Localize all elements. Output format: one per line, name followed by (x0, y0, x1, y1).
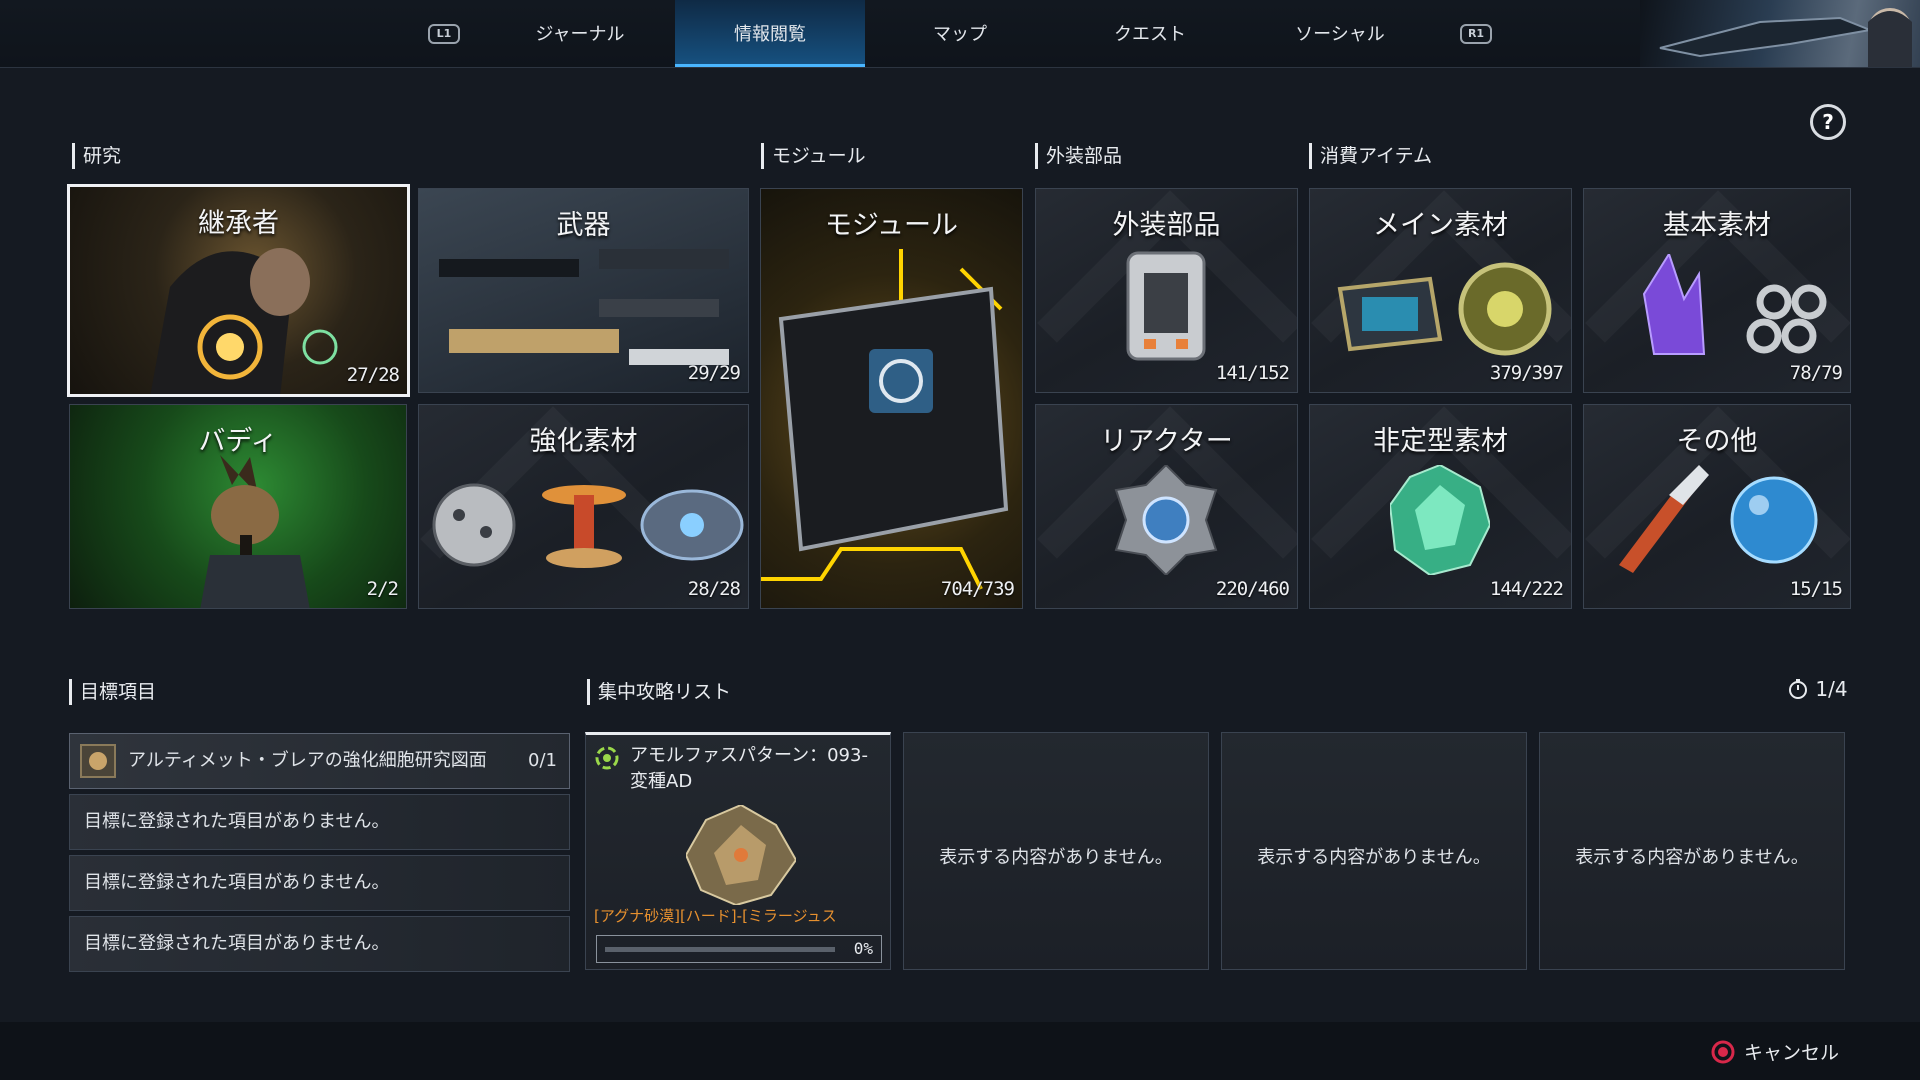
progress-track (605, 947, 835, 952)
focus-page-indicator: 1/4 (1815, 677, 1848, 701)
section-module-label: モジュール (761, 143, 866, 169)
objective-row-empty[interactable]: 目標に登録された項目がありません。 (69, 916, 570, 972)
tile-basic-material[interactable]: 基本素材 78/79 (1583, 188, 1851, 393)
tile-weapon[interactable]: 武器 29/29 (418, 188, 749, 393)
top-nav: L1 ジャーナル 情報閲覧 マップ クエスト ソーシャル R1 (0, 0, 1920, 68)
section-consumable-label: 消費アイテム (1309, 143, 1432, 169)
timer-icon (1789, 679, 1807, 699)
tile-amorphous-material[interactable]: 非定型素材 144/222 (1309, 404, 1572, 609)
tile-other[interactable]: その他 15/15 (1583, 404, 1851, 609)
tile-title: メイン素材 (1373, 210, 1508, 241)
tile-count: 28/28 (687, 578, 741, 600)
tile-count: 78/79 (1789, 362, 1843, 384)
tile-module[interactable]: モジュール 704/739 (760, 188, 1023, 609)
focus-card-empty[interactable]: 表示する内容がありません。 (1539, 732, 1845, 970)
cancel-button[interactable]: キャンセル (1710, 1038, 1839, 1065)
r1-button-hint[interactable]: R1 (1460, 24, 1492, 44)
tile-title: その他 (1676, 426, 1758, 457)
tile-count: 29/29 (687, 362, 741, 384)
tile-count: 141/152 (1215, 362, 1290, 384)
amorphous-pattern-icon (595, 746, 619, 770)
objective-row-empty[interactable]: 目標に登録された項目がありません。 (69, 794, 570, 850)
tile-main-material[interactable]: メイン素材 379/397 (1309, 188, 1572, 393)
reactor-icon (1114, 465, 1218, 575)
other-items-icon (1619, 465, 1818, 573)
focus-card-pattern[interactable]: アモルファスパターン：093-変種AD [アグナ砂漠][ハード]-[ミラージュス… (585, 732, 891, 970)
focus-card-title: アモルファスパターン：093-変種AD (630, 745, 868, 792)
section-research-label: 研究 (72, 143, 121, 169)
focus-pager[interactable]: 1/4 (1787, 677, 1848, 701)
tile-descendant[interactable]: 継承者 27/28 (67, 184, 410, 397)
tile-enhance-material[interactable]: 強化素材 28/28 (418, 404, 749, 609)
enhance-material-icon (432, 483, 744, 568)
objective-count: 0/1 (528, 750, 557, 771)
focus-card-empty[interactable]: 表示する内容がありません。 (1221, 732, 1527, 970)
tab-social[interactable]: ソーシャル (1245, 0, 1435, 67)
amorphous-material-icon (1390, 465, 1490, 575)
tile-reactor[interactable]: リアクター 220/460 (1035, 404, 1298, 609)
tab-journal[interactable]: ジャーナル (485, 0, 675, 67)
tab-quest[interactable]: クエスト (1055, 0, 1245, 67)
tile-title: 外装部品 (1112, 210, 1221, 241)
tile-count: 144/222 (1489, 578, 1564, 600)
tab-info-browse[interactable]: 情報閲覧 (675, 0, 865, 67)
buddy-dog-icon (200, 455, 310, 608)
tile-title: 継承者 (198, 208, 279, 239)
character-banner (1640, 0, 1920, 67)
blueprint-icon (80, 744, 116, 778)
tile-title: 武器 (556, 210, 611, 241)
basic-material-icon (1642, 254, 1827, 355)
tile-title: モジュール (824, 210, 959, 241)
tile-title: 強化素材 (529, 426, 638, 457)
main-material-icon (1337, 262, 1552, 356)
tile-count: 27/28 (346, 364, 400, 386)
focus-card-location: [アグナ砂漠][ハード]-[ミラージュス (594, 907, 837, 925)
l1-button-hint[interactable]: L1 (428, 24, 460, 44)
empty-message: 表示する内容がありません。 (1575, 847, 1809, 868)
focus-card-progress: 0% (596, 935, 882, 963)
tile-count: 15/15 (1789, 578, 1843, 600)
descendant-portrait-icon (150, 248, 338, 394)
focus-list-label: 集中攻略リスト (587, 679, 731, 705)
objective-name: アルティメット・ブレアの強化細胞研究図面 (128, 750, 487, 771)
footer-bar: キャンセル (0, 1022, 1920, 1080)
pattern-item-icon (686, 805, 796, 905)
tile-count: 2/2 (366, 578, 399, 600)
empty-message: 表示する内容がありません。 (1257, 847, 1491, 868)
progress-percent: 0% (853, 939, 873, 958)
help-button[interactable]: ? (1810, 104, 1846, 140)
section-external-label: 外装部品 (1035, 143, 1122, 169)
rifle-icon (1659, 8, 1912, 67)
objectives-label: 目標項目 (69, 679, 156, 705)
external-part-icon (1126, 251, 1206, 361)
tile-title: 基本素材 (1663, 210, 1771, 241)
module-card-icon (761, 249, 1009, 590)
tile-external-part[interactable]: 外装部品 141/152 (1035, 188, 1298, 393)
tile-title: バディ (198, 426, 278, 457)
tile-count: 379/397 (1489, 362, 1564, 384)
cancel-label: キャンセル (1744, 1042, 1840, 1064)
empty-message: 表示する内容がありません。 (939, 847, 1173, 868)
tile-buddy[interactable]: バディ 2/2 (69, 404, 407, 609)
tile-count: 220/460 (1215, 578, 1290, 600)
circle-button-icon (1711, 1040, 1735, 1064)
focus-card-empty[interactable]: 表示する内容がありません。 (903, 732, 1209, 970)
tile-title: リアクター (1100, 426, 1233, 457)
tab-map[interactable]: マップ (865, 0, 1055, 67)
tile-title: 非定型素材 (1373, 426, 1508, 457)
objective-row-active[interactable]: アルティメット・ブレアの強化細胞研究図面 0/1 (69, 733, 570, 789)
tile-count: 704/739 (940, 578, 1015, 600)
objective-row-empty[interactable]: 目標に登録された項目がありません。 (69, 855, 570, 911)
